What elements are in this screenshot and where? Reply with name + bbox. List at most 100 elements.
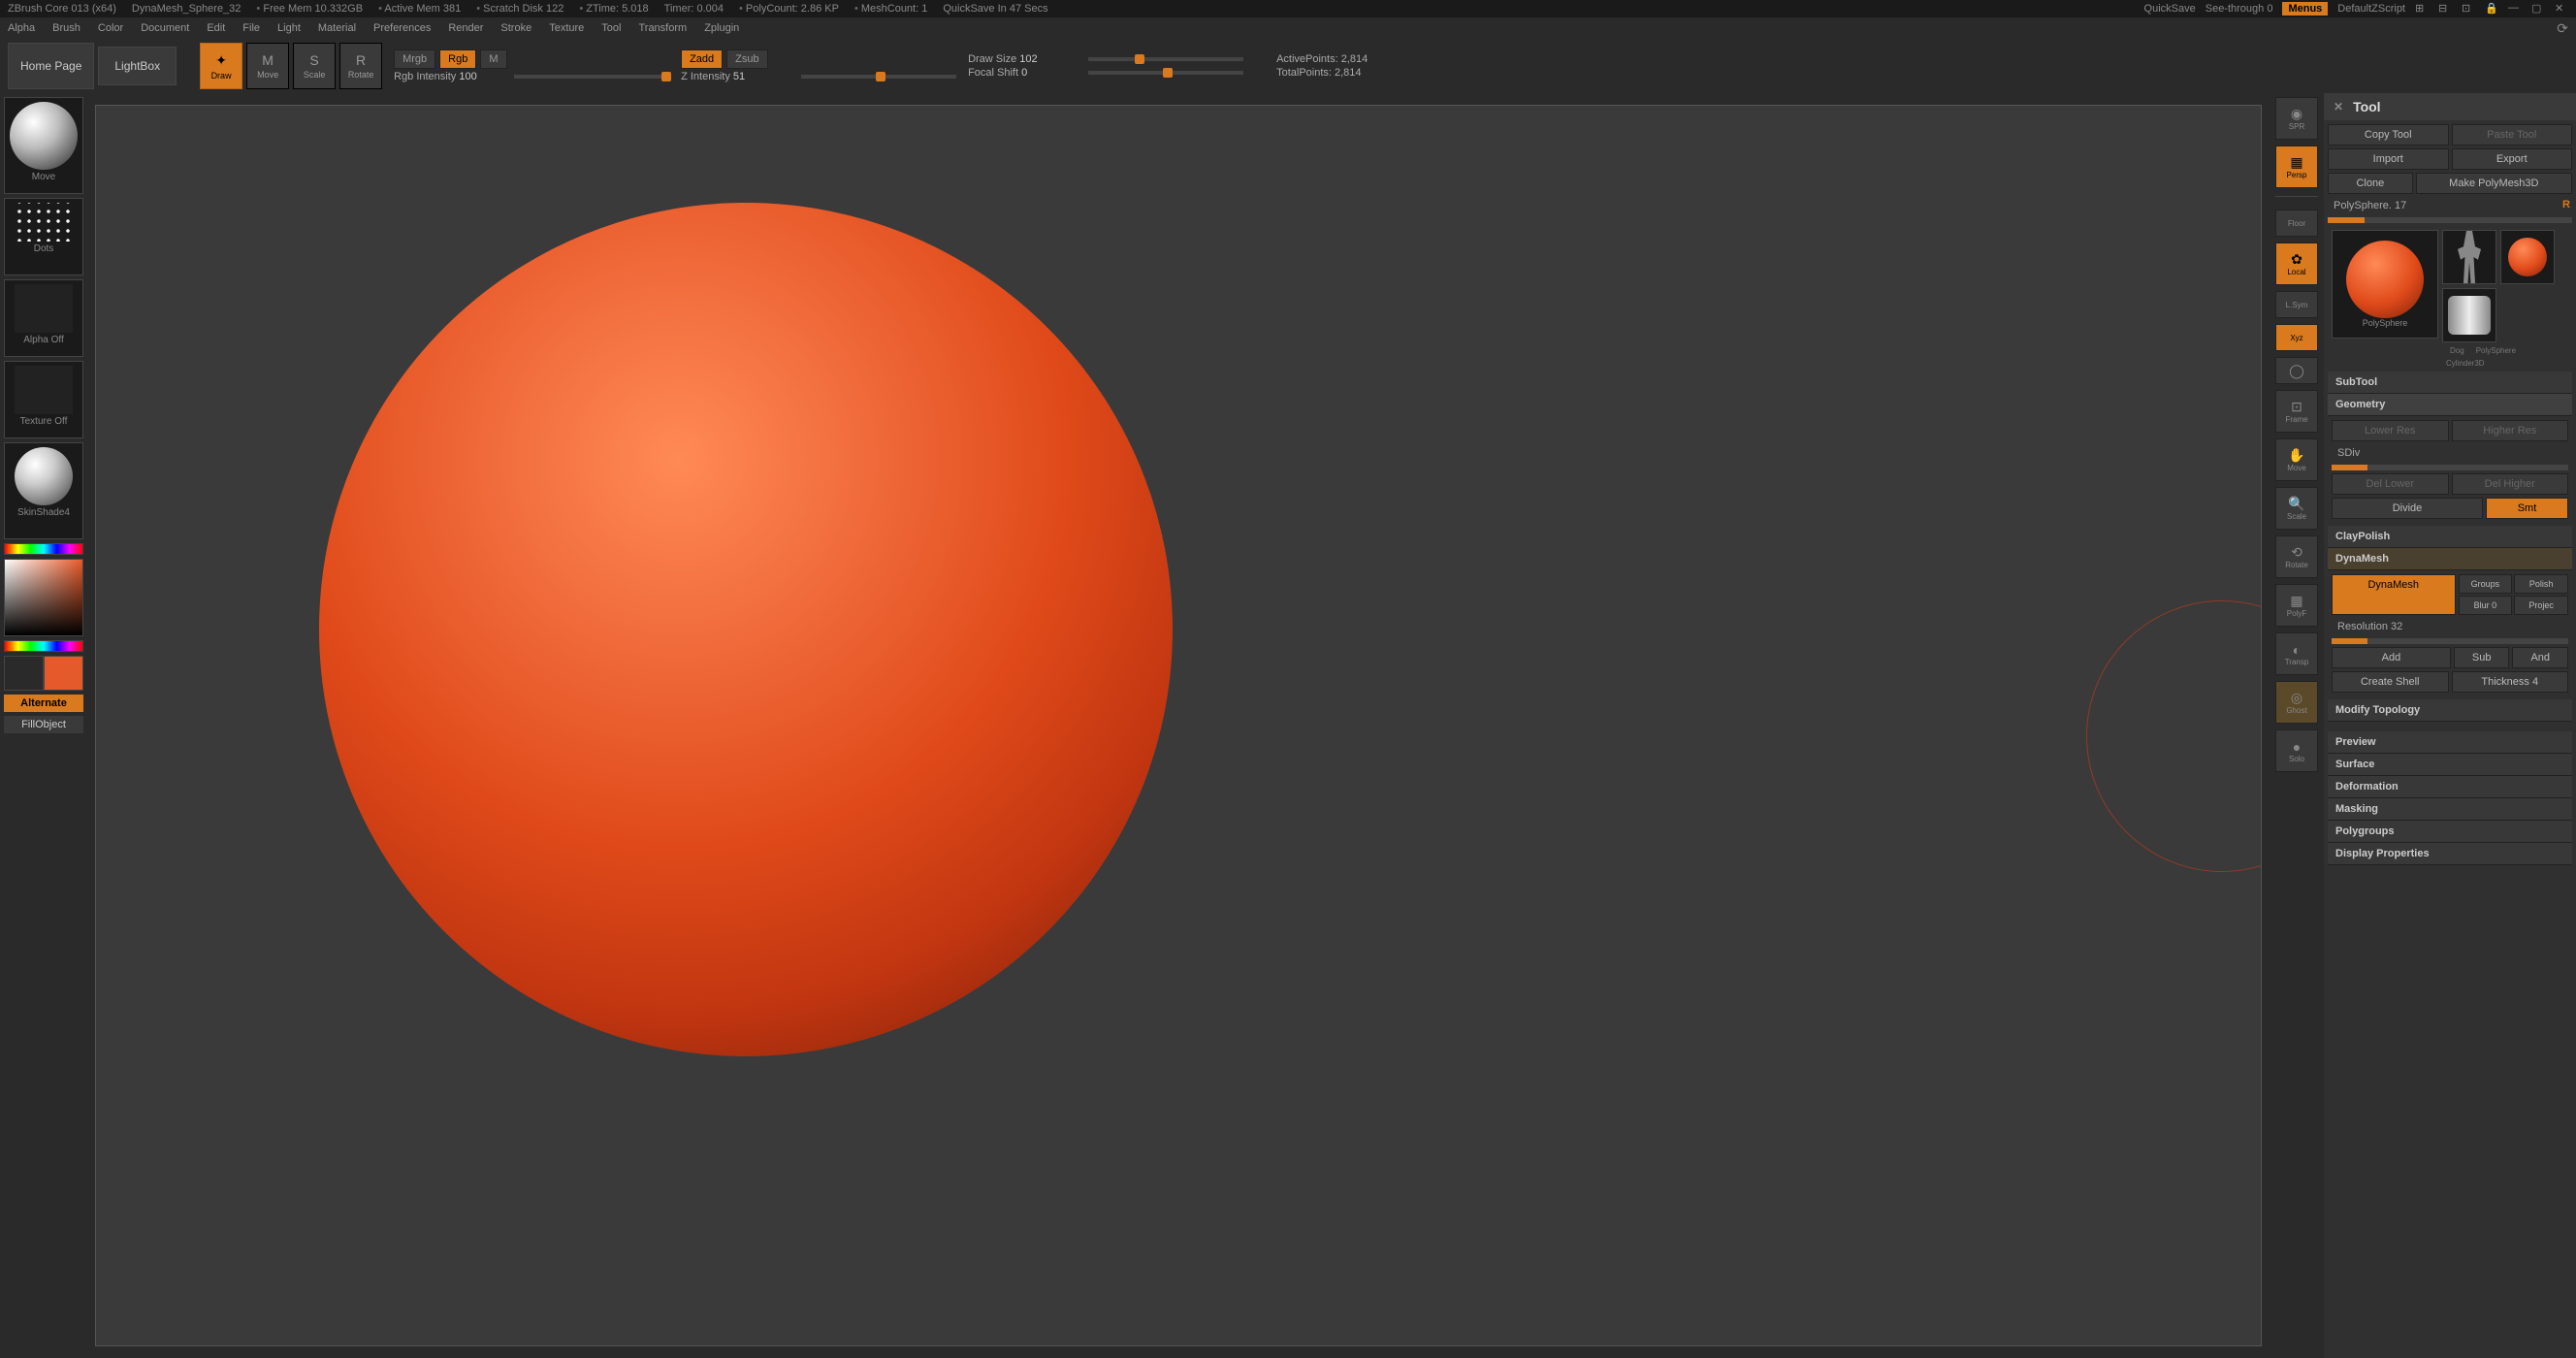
- dyn-add-button[interactable]: Add: [2332, 647, 2451, 668]
- dyn-sub-button[interactable]: Sub: [2454, 647, 2510, 668]
- project-button[interactable]: Projec: [2514, 596, 2568, 615]
- alternate-button[interactable]: Alternate: [4, 695, 83, 712]
- sdiv-slider[interactable]: [2332, 465, 2568, 470]
- menu-texture[interactable]: Texture: [549, 22, 584, 34]
- copy-tool-button[interactable]: Copy Tool: [2328, 124, 2449, 146]
- smt-button[interactable]: Smt: [2486, 498, 2568, 519]
- dyn-and-button[interactable]: And: [2512, 647, 2568, 668]
- section-geometry[interactable]: Geometry: [2328, 394, 2572, 416]
- draw-mode-button[interactable]: ✦Draw: [200, 43, 242, 89]
- lsym-button[interactable]: L.Sym: [2275, 291, 2318, 318]
- clone-button[interactable]: Clone: [2328, 173, 2413, 194]
- tool-slider[interactable]: [2328, 217, 2572, 223]
- section-surface[interactable]: Surface: [2328, 754, 2572, 776]
- floor-button[interactable]: Floor: [2275, 210, 2318, 237]
- blur-button[interactable]: Blur 0: [2459, 596, 2513, 615]
- color-picker[interactable]: [4, 559, 83, 636]
- dynamesh-button[interactable]: DynaMesh: [2332, 574, 2456, 615]
- solo-button[interactable]: ●Solo: [2275, 729, 2318, 772]
- home-page-button[interactable]: Home Page: [8, 43, 94, 89]
- menu-file[interactable]: File: [242, 22, 260, 34]
- rgb-button[interactable]: Rgb: [439, 49, 476, 69]
- hue-strip[interactable]: [4, 543, 83, 555]
- alpha-slot[interactable]: Alpha Off: [4, 279, 83, 357]
- menu-transform[interactable]: Transform: [638, 22, 687, 34]
- swatch-secondary[interactable]: [4, 656, 44, 691]
- fillobject-button[interactable]: FillObject: [4, 716, 83, 733]
- z-intensity-slider[interactable]: [801, 75, 956, 79]
- ghost-button[interactable]: ◎Ghost: [2275, 681, 2318, 724]
- paste-tool-button[interactable]: Paste Tool: [2452, 124, 2573, 146]
- make-polymesh-button[interactable]: Make PolyMesh3D: [2416, 173, 2572, 194]
- minimize-icon[interactable]: —: [2508, 2, 2522, 16]
- default-zscript[interactable]: DefaultZScript: [2337, 3, 2405, 15]
- nav-scale-button[interactable]: 🔍Scale: [2275, 487, 2318, 530]
- rgb-intensity-slider[interactable]: [514, 75, 669, 79]
- spr-button[interactable]: ◉SPR: [2275, 97, 2318, 140]
- section-dynamesh[interactable]: DynaMesh: [2328, 548, 2572, 570]
- tool-panel-header[interactable]: Tool: [2324, 93, 2576, 120]
- lock-icon[interactable]: 🔒: [2485, 2, 2498, 16]
- menu-alpha[interactable]: Alpha: [8, 22, 35, 34]
- tool-thumb-dog[interactable]: [2442, 230, 2496, 284]
- quicksave-button[interactable]: QuickSave: [2144, 3, 2196, 15]
- polyf-button[interactable]: ▦PolyF: [2275, 584, 2318, 627]
- del-higher-button[interactable]: Del Higher: [2452, 473, 2569, 495]
- lightbox-button[interactable]: LightBox: [98, 47, 177, 85]
- menu-edit[interactable]: Edit: [207, 22, 225, 34]
- local-button[interactable]: ✿Local: [2275, 242, 2318, 285]
- m-button[interactable]: M: [480, 49, 506, 69]
- close-icon[interactable]: ✕: [2555, 2, 2568, 16]
- groups-button[interactable]: Groups: [2459, 574, 2513, 594]
- zsub-button[interactable]: Zsub: [726, 49, 767, 69]
- del-lower-button[interactable]: Del Lower: [2332, 473, 2449, 495]
- section-preview[interactable]: Preview: [2328, 731, 2572, 754]
- layout2-icon[interactable]: ⊟: [2438, 2, 2452, 16]
- move-mode-button[interactable]: MMove: [246, 43, 289, 89]
- circle-button[interactable]: ◯: [2275, 357, 2318, 384]
- tool-thumb-cylinder[interactable]: [2442, 288, 2496, 342]
- refresh-icon[interactable]: ⟳: [2557, 20, 2568, 37]
- menu-stroke[interactable]: Stroke: [500, 22, 531, 34]
- scale-mode-button[interactable]: SScale: [293, 43, 336, 89]
- menu-document[interactable]: Document: [141, 22, 189, 34]
- menu-color[interactable]: Color: [98, 22, 123, 34]
- material-slot[interactable]: SkinShade4: [4, 442, 83, 539]
- menu-material[interactable]: Material: [318, 22, 356, 34]
- section-masking[interactable]: Masking: [2328, 798, 2572, 821]
- rotate-mode-button[interactable]: RRotate: [339, 43, 382, 89]
- menu-brush[interactable]: Brush: [52, 22, 80, 34]
- export-button[interactable]: Export: [2452, 148, 2573, 170]
- section-subtool[interactable]: SubTool: [2328, 372, 2572, 394]
- thickness-button[interactable]: Thickness 4: [2452, 671, 2569, 693]
- stroke-slot[interactable]: Dots: [4, 198, 83, 275]
- swatch-primary[interactable]: [44, 656, 83, 691]
- import-button[interactable]: Import: [2328, 148, 2449, 170]
- viewport-canvas[interactable]: [95, 105, 2262, 1346]
- menu-render[interactable]: Render: [448, 22, 483, 34]
- nav-move-button[interactable]: ✋Move: [2275, 438, 2318, 481]
- section-modify-topology[interactable]: Modify Topology: [2328, 699, 2572, 722]
- xyz-button[interactable]: Xyz: [2275, 324, 2318, 351]
- maximize-icon[interactable]: ▢: [2531, 2, 2545, 16]
- menu-zplugin[interactable]: Zplugin: [704, 22, 739, 34]
- section-deformation[interactable]: Deformation: [2328, 776, 2572, 798]
- resolution-slider[interactable]: [2332, 638, 2568, 644]
- create-shell-button[interactable]: Create Shell: [2332, 671, 2449, 693]
- section-claypolish[interactable]: ClayPolish: [2328, 526, 2572, 548]
- tool-thumb-polysphere-main[interactable]: PolySphere: [2332, 230, 2438, 339]
- focal-shift-slider[interactable]: [1088, 71, 1243, 75]
- layout3-icon[interactable]: ⊡: [2462, 2, 2475, 16]
- frame-button[interactable]: ⊡Frame: [2275, 390, 2318, 433]
- section-display-properties[interactable]: Display Properties: [2328, 843, 2572, 865]
- tool-thumb-polysphere2[interactable]: [2500, 230, 2555, 284]
- menu-light[interactable]: Light: [277, 22, 301, 34]
- lower-res-button[interactable]: Lower Res: [2332, 420, 2449, 441]
- texture-slot[interactable]: Texture Off: [4, 361, 83, 438]
- menu-tool[interactable]: Tool: [601, 22, 621, 34]
- hue-strip-bottom[interactable]: [4, 640, 83, 652]
- polish-button[interactable]: Polish: [2514, 574, 2568, 594]
- section-polygroups[interactable]: Polygroups: [2328, 821, 2572, 843]
- higher-res-button[interactable]: Higher Res: [2452, 420, 2569, 441]
- transp-button[interactable]: ◐Transp: [2275, 632, 2318, 675]
